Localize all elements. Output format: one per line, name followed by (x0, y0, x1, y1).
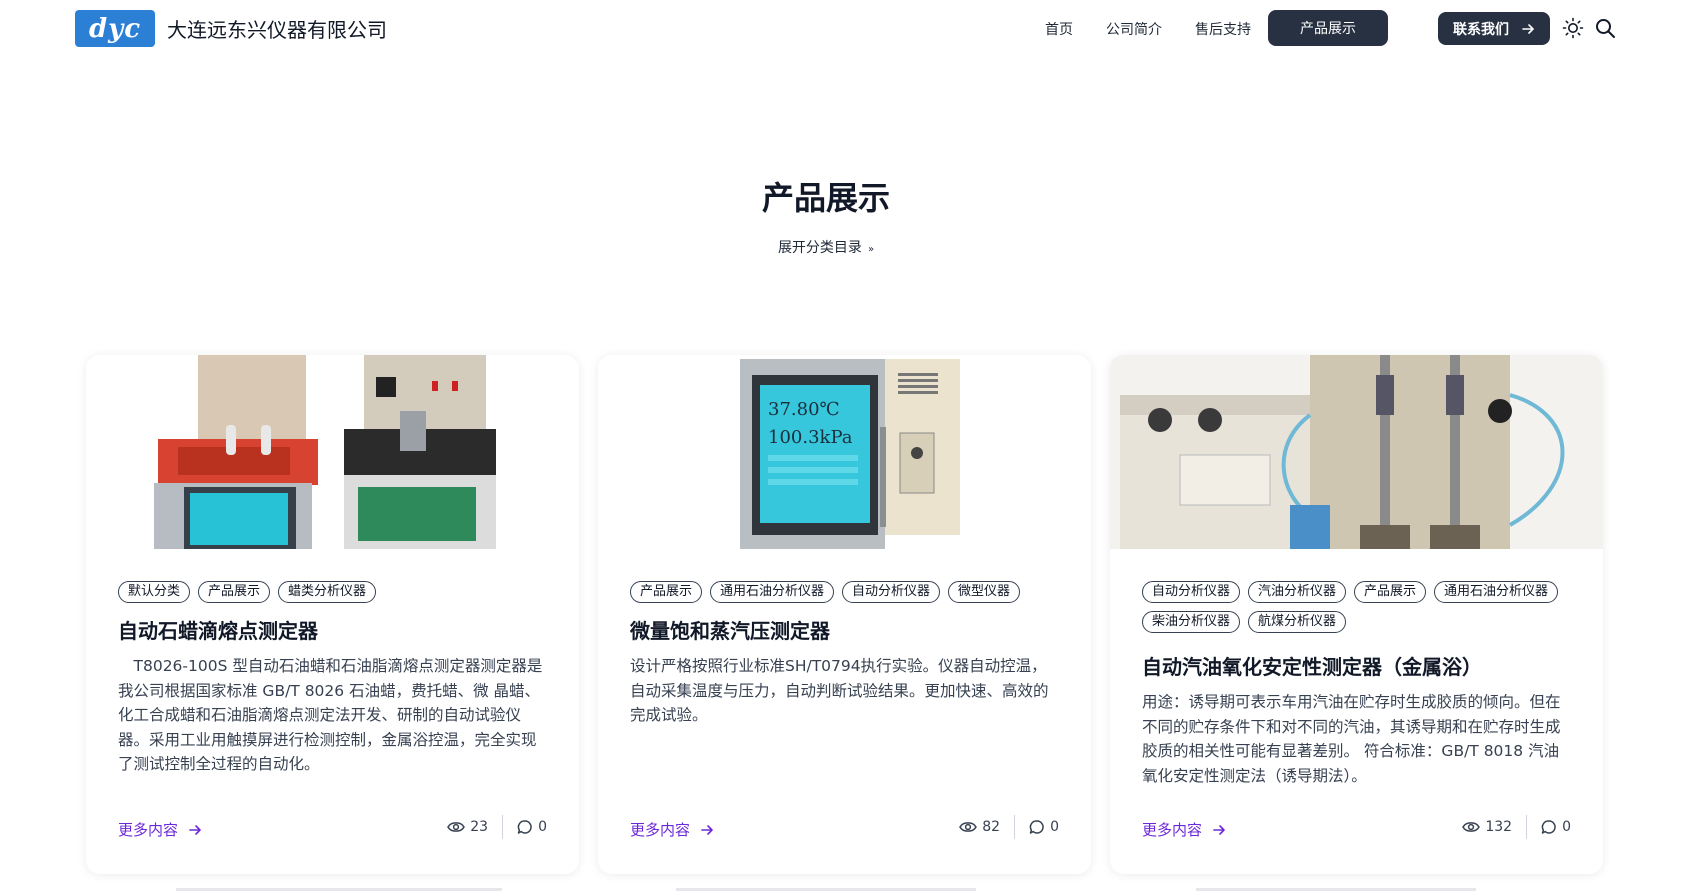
tag[interactable]: 自动分析仪器 (842, 581, 941, 603)
contact-label: 联系我们 (1453, 21, 1509, 38)
more-label: 更多内容 (118, 821, 179, 839)
tag[interactable]: 自动分析仪器 (1142, 581, 1241, 603)
views-stat: 132 (1462, 819, 1512, 835)
product-card: 默认分类 产品展示 蜡类分析仪器 自动石蜡滴熔点测定器 T8026-100S 型… (86, 355, 579, 874)
tag[interactable]: 通用石油分析仪器 (710, 581, 835, 603)
tag-list: 自动分析仪器 汽油分析仪器 产品展示 通用石油分析仪器 柴油分析仪器 航煤分析仪… (1142, 581, 1582, 633)
product-description: T8026-100S 型自动石油蜡和石油脂滴熔点测定器测定器是我公司根据国家标准… (118, 657, 543, 773)
tag[interactable]: 蜡类分析仪器 (278, 581, 377, 603)
nav-products[interactable]: 产品展示 (1268, 10, 1388, 46)
sun-icon (1562, 17, 1584, 39)
tag[interactable]: 航煤分析仪器 (1248, 611, 1347, 633)
comments-count: 0 (1050, 819, 1059, 835)
nav-home[interactable]: 首页 (1045, 19, 1073, 39)
product-title[interactable]: 自动石蜡滴熔点测定器 (118, 615, 318, 644)
tag[interactable]: 柴油分析仪器 (1142, 611, 1241, 633)
screen-temperature: 37.80℃ (768, 399, 840, 420)
comments-stat[interactable]: 0 (1541, 819, 1571, 835)
wax-melting-point-tester-image (154, 355, 496, 549)
views-stat: 23 (447, 819, 488, 835)
tag[interactable]: 产品展示 (630, 581, 703, 603)
product-title[interactable]: 微量饱和蒸汽压测定器 (630, 615, 830, 644)
product-title[interactable]: 自动汽油氧化安定性测定器（金属浴） (1142, 651, 1482, 680)
logo-text: dyc (88, 13, 142, 44)
post-stats: 23 0 (447, 815, 547, 839)
tag-list: 产品展示 通用石油分析仪器 自动分析仪器 微型仪器 (630, 581, 1070, 603)
product-image[interactable]: 37.80℃ 100.3kPa (598, 355, 1091, 549)
views-count: 23 (470, 819, 489, 835)
more-label: 更多内容 (1142, 821, 1203, 839)
expand-label: 展开分类目录 (777, 240, 862, 256)
product-image[interactable] (86, 355, 579, 549)
comment-icon (1541, 820, 1556, 834)
more-link[interactable]: 更多内容 (118, 819, 202, 840)
tag[interactable]: 微型仪器 (948, 581, 1021, 603)
views-stat: 82 (959, 819, 1000, 835)
comment-icon (517, 820, 532, 834)
double-chevron-down-icon: » (867, 244, 875, 255)
arrow-right-icon (701, 824, 713, 835)
product-image[interactable] (1110, 355, 1603, 549)
tag[interactable]: 产品展示 (1354, 581, 1427, 603)
contact-button[interactable]: 联系我们 (1438, 12, 1550, 45)
comments-count: 0 (538, 819, 547, 835)
screen-pressure: 100.3kPa (768, 427, 853, 448)
search-button[interactable] (1593, 16, 1617, 40)
tag-list: 默认分类 产品展示 蜡类分析仪器 (118, 581, 558, 603)
nav-about[interactable]: 公司简介 (1106, 19, 1162, 39)
views-count: 132 (1485, 819, 1513, 835)
tag[interactable]: 汽油分析仪器 (1248, 581, 1347, 603)
divider (502, 815, 504, 839)
eye-icon (959, 822, 978, 832)
more-label: 更多内容 (630, 821, 691, 839)
tag[interactable]: 默认分类 (118, 581, 191, 603)
comments-stat[interactable]: 0 (1029, 819, 1059, 835)
theme-toggle[interactable] (1561, 16, 1585, 40)
divider (1526, 815, 1528, 839)
more-link[interactable]: 更多内容 (630, 819, 714, 840)
vapor-pressure-tester-image: 37.80℃ 100.3kPa (738, 355, 960, 549)
comments-stat[interactable]: 0 (517, 819, 547, 835)
more-link[interactable]: 更多内容 (1142, 819, 1226, 840)
post-stats: 132 0 (1462, 815, 1571, 839)
divider (1014, 815, 1016, 839)
product-card: 自动分析仪器 汽油分析仪器 产品展示 通用石油分析仪器 柴油分析仪器 航煤分析仪… (1110, 355, 1603, 874)
eye-icon (447, 822, 466, 832)
arrow-right-icon (189, 824, 201, 835)
post-stats: 82 0 (959, 815, 1059, 839)
gasoline-oxidation-tester-image (1110, 355, 1603, 549)
expand-categories-toggle[interactable]: 展开分类目录 » (0, 237, 1652, 257)
arrow-right-icon (1213, 824, 1225, 835)
site-header: dyc 大连远东兴仪器有限公司 首页 公司简介 售后支持 产品展示 联系我们 (0, 0, 1703, 56)
site-name[interactable]: 大连远东兴仪器有限公司 (167, 14, 387, 43)
nav-support[interactable]: 售后支持 (1195, 19, 1251, 39)
tag[interactable]: 通用石油分析仪器 (1434, 581, 1559, 603)
arrow-right-icon (1522, 23, 1534, 34)
product-description: 设计严格按照行业标准SH/T0794执行实验。仪器自动控温，自动采集温度与压力，… (630, 657, 1049, 724)
product-description: 用途：诱导期可表示车用汽油在贮存时生成胶质的倾向。但在不同的贮存条件下和对不同的… (1142, 693, 1561, 785)
comment-icon (1029, 820, 1044, 834)
page-title: 产品展示 (761, 179, 890, 217)
views-count: 82 (982, 819, 1001, 835)
nav-products-label: 产品展示 (1300, 21, 1356, 37)
product-card: 37.80℃ 100.3kPa 产品展示 通用石油分析仪器 自动分析仪器 微型仪… (598, 355, 1091, 874)
eye-icon (1462, 822, 1481, 832)
comments-count: 0 (1562, 819, 1571, 835)
company-logo[interactable]: dyc (75, 10, 155, 47)
search-icon (1596, 19, 1615, 38)
tag[interactable]: 产品展示 (198, 581, 271, 603)
